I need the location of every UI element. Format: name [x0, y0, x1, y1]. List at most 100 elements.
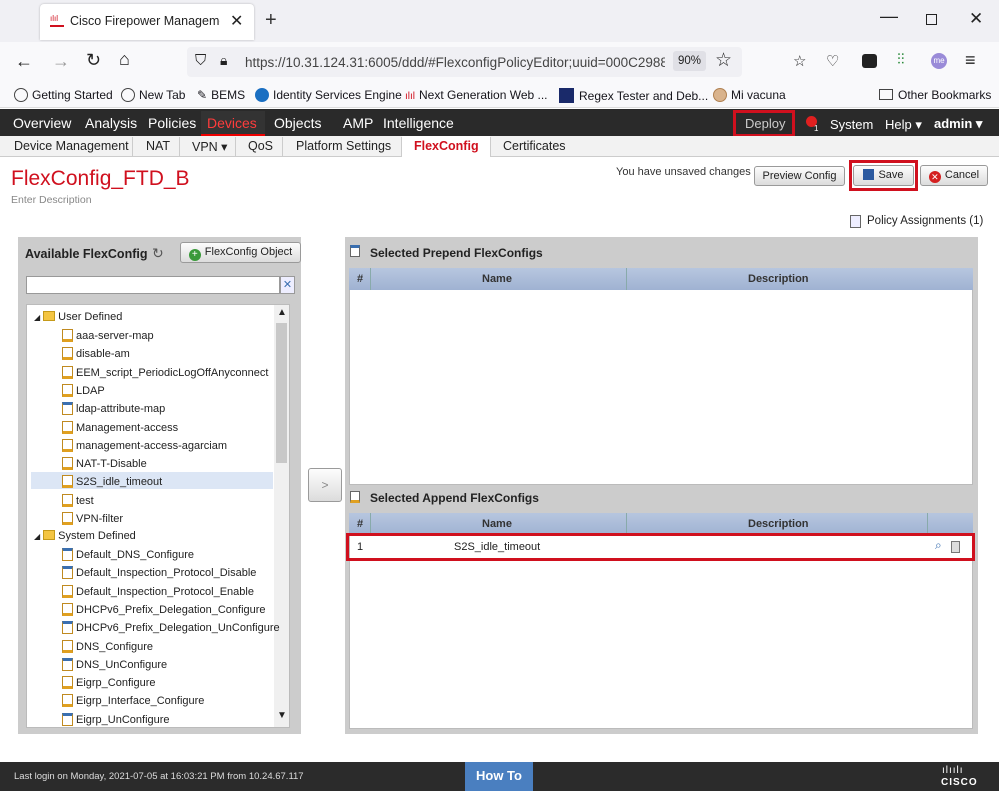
browser-tab[interactable]: ılıl Cisco Firepower Management C ✕ — [40, 4, 254, 40]
bookmark-getting-started[interactable]: Getting Started — [14, 88, 113, 102]
move-right-button[interactable]: > — [308, 468, 342, 502]
flexconfig-object-icon — [62, 402, 73, 416]
tab-device-management[interactable]: Device Management — [14, 139, 129, 153]
tree-item[interactable]: EEM_script_PeriodicLogOffAnyconnect — [62, 365, 268, 379]
tab-vpn[interactable]: VPN ▾ — [192, 139, 227, 154]
forward-icon[interactable]: → — [52, 51, 70, 72]
scroll-up-icon[interactable]: ▲ — [277, 307, 287, 318]
flexconfig-object-icon — [62, 365, 73, 379]
page-description[interactable]: Enter Description — [11, 194, 92, 206]
prepend-icon — [350, 245, 360, 257]
tree-item[interactable]: DNS_Configure — [62, 639, 153, 653]
url-bar[interactable]: ⛉ 🔒︎ https://10.31.124.31:6005/ddd/#Flex… — [187, 47, 742, 77]
tree-item[interactable]: management-access-agarciam — [62, 438, 227, 452]
save-button[interactable]: Save — [853, 165, 914, 186]
page-title: FlexConfig_FTD_B — [11, 167, 190, 190]
deploy-button[interactable]: Deploy — [745, 116, 785, 131]
tree-item[interactable]: ldap-attribute-map — [62, 402, 165, 416]
scrollbar-thumb[interactable] — [276, 323, 287, 463]
collapse-icon: ◢ — [34, 532, 41, 541]
pocket-icon[interactable]: ☆ — [793, 52, 806, 70]
tab-qos[interactable]: QoS — [248, 139, 273, 153]
col-description: Description — [748, 518, 809, 530]
tab-flexconfig[interactable]: FlexConfig — [414, 139, 479, 153]
how-to-button[interactable]: How To — [465, 762, 533, 791]
nav-amp[interactable]: AMP — [343, 115, 373, 131]
tree-item[interactable]: Default_DNS_Configure — [62, 548, 194, 561]
tree-item[interactable]: Management-access — [62, 420, 178, 434]
bookmark-star-icon[interactable]: ☆ — [715, 49, 732, 72]
extension-icon[interactable] — [862, 54, 877, 68]
refresh-icon[interactable]: ↻ — [152, 245, 164, 262]
flexconfig-object-button[interactable]: + FlexConfig Object — [180, 242, 301, 263]
cancel-button[interactable]: ✕ Cancel — [920, 165, 988, 186]
back-icon[interactable]: ← — [15, 51, 33, 72]
url-text: https://10.31.124.31:6005/ddd/#Flexconfi… — [245, 55, 665, 70]
tree-item[interactable]: aaa-server-map — [62, 329, 154, 342]
close-tab-icon[interactable]: ✕ — [230, 11, 243, 31]
flexconfig-object-icon — [62, 493, 73, 507]
bookmark-regex[interactable]: Regex Tester and Deb... — [559, 88, 708, 103]
tree-item[interactable]: Eigrp_Interface_Configure — [62, 694, 204, 708]
flexconfig-object-icon — [62, 621, 73, 635]
tree-item[interactable]: Default_Inspection_Protocol_Disable — [62, 566, 256, 580]
nav-help[interactable]: Help ▾ — [885, 117, 922, 133]
tree-item[interactable]: disable-am — [62, 347, 130, 361]
tree-item[interactable]: DNS_UnConfigure — [62, 657, 167, 671]
floppy-icon — [863, 169, 875, 180]
home-icon[interactable]: ⌂ — [119, 49, 130, 70]
nav-intelligence[interactable]: Intelligence — [383, 115, 454, 131]
tab-certificates[interactable]: Certificates — [503, 139, 566, 153]
flexconfig-object-icon — [62, 548, 73, 561]
policy-assignments-link[interactable]: Policy Assignments (1) — [867, 215, 983, 227]
maximize-icon[interactable] — [926, 14, 937, 25]
nav-policies[interactable]: Policies — [148, 115, 196, 131]
bookmark-new-tab[interactable]: New Tab — [121, 88, 185, 102]
bookmark-ise[interactable]: Identity Services Engine — [255, 88, 402, 102]
nav-user[interactable]: admin ▾ — [934, 116, 982, 132]
nav-overview[interactable]: Overview — [13, 115, 71, 131]
tree-item[interactable]: VPN-filter — [62, 512, 123, 525]
tree-item[interactable]: LDAP — [62, 383, 105, 397]
reload-icon[interactable]: ↻ — [86, 50, 101, 71]
vaccine-icon — [713, 88, 727, 102]
other-bookmarks[interactable]: Other Bookmarks — [879, 88, 991, 102]
tab-platform-settings[interactable]: Platform Settings — [296, 139, 391, 153]
menu-icon[interactable]: ≡ — [965, 50, 976, 71]
table-row[interactable]: 1 S2S_idle_timeout ⌕ — [350, 537, 970, 557]
new-tab-icon[interactable]: + — [265, 9, 277, 32]
tree-item[interactable]: DHCPv6_Prefix_Delegation_Configure — [62, 602, 266, 616]
tree-group-system-defined[interactable]: ◢ System Defined — [34, 530, 136, 542]
bookmark-mi-vacuna[interactable]: Mi vacuna — [713, 88, 786, 102]
folder-icon — [43, 530, 56, 540]
tree-item[interactable]: NAT-T-Disable — [62, 457, 147, 471]
tree-item[interactable]: S2S_idle_timeout — [62, 475, 162, 489]
profile-avatar-icon[interactable]: me — [931, 53, 947, 69]
preview-config-button[interactable]: Preview Config — [754, 166, 845, 186]
zoom-level[interactable]: 90% — [673, 51, 707, 71]
tree-item[interactable]: DHCPv6_Prefix_Delegation_UnConfigure — [62, 621, 280, 635]
nav-objects[interactable]: Objects — [274, 115, 321, 131]
close-window-icon[interactable]: ✕ — [969, 9, 983, 29]
nav-system[interactable]: System — [830, 117, 873, 132]
nav-devices[interactable]: Devices — [207, 115, 257, 131]
view-icon[interactable]: ⌕ — [935, 538, 942, 553]
tab-nat[interactable]: NAT — [146, 139, 170, 153]
scroll-down-icon[interactable]: ▼ — [277, 710, 287, 721]
clear-filter-icon[interactable]: ✕ — [280, 276, 295, 294]
tree-group-user-defined[interactable]: ◢ User Defined — [34, 311, 122, 323]
tree-item[interactable]: Eigrp_UnConfigure — [62, 712, 170, 726]
bookmark-bems[interactable]: ✎ BEMS — [197, 88, 245, 102]
tree-item[interactable]: Eigrp_Configure — [62, 676, 156, 690]
tree-item[interactable]: test — [62, 493, 94, 507]
audio-extension-icon[interactable]: ⫶⫶ — [897, 51, 905, 68]
minimize-icon[interactable]: — — [880, 6, 898, 27]
delete-icon[interactable] — [951, 541, 960, 553]
shield-check-icon[interactable]: ♡ — [826, 52, 839, 70]
filter-input[interactable] — [26, 276, 280, 294]
tree-scrollbar[interactable]: ▲ ▼ — [274, 305, 289, 727]
nav-analysis[interactable]: Analysis — [85, 115, 137, 131]
tree-item[interactable]: Default_Inspection_Protocol_Enable — [62, 584, 254, 598]
bookmark-ngfw[interactable]: ılıl Next Generation Web ... — [405, 88, 548, 102]
col-divider — [370, 513, 371, 535]
